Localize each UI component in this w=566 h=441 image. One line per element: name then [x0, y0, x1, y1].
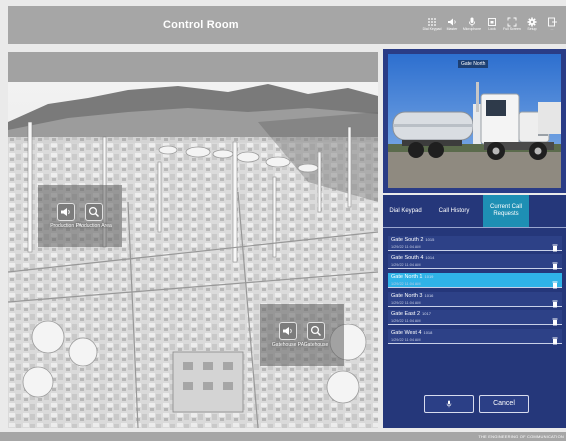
site-map[interactable]: Production PA Production Area Gatehouse … [8, 82, 378, 428]
call-id: 1014 [425, 255, 435, 260]
delete-call-button[interactable] [552, 295, 558, 308]
call-time: 1/29/22 11:04 AM [391, 337, 421, 342]
exit-label: ... [550, 27, 554, 31]
camera-feed[interactable]: Gate North [388, 54, 561, 188]
gatehouse-camera-button[interactable] [307, 322, 325, 340]
call-time: 1/29/22 11:04 AM [391, 300, 421, 305]
call-time: 1/29/22 11:04 AM [391, 281, 421, 286]
trash-icon [552, 300, 558, 308]
camera-label: Gate North [458, 60, 489, 68]
truck-camera-image [388, 54, 561, 188]
gatehouse-label: Gatehouse [303, 342, 329, 348]
map-header-bar [8, 52, 378, 82]
call-request-row[interactable]: Gate East 2 1017 1/29/22 11:04 AM [388, 310, 562, 326]
call-request-row[interactable]: Gate South 2 1015 1/29/22 11:04 AM [388, 236, 562, 252]
tab-divider [383, 227, 566, 228]
delete-call-button[interactable] [552, 276, 558, 289]
trash-icon [552, 281, 558, 289]
header-bar: Control Room Dial Keypad Master Micropho… [8, 6, 566, 44]
call-name: Gate East 2 [391, 311, 421, 317]
tab-current-call-requests[interactable]: Current Call Requests [483, 195, 529, 227]
search-icon [88, 206, 100, 218]
calls-panel: Dial Keypad Call History Current Call Re… [383, 195, 566, 428]
delete-call-button[interactable] [552, 257, 558, 270]
production-area-button[interactable] [85, 203, 103, 221]
tab-call-history-label: Call History [438, 208, 470, 214]
call-name: Gate West 4 [391, 330, 422, 336]
production-area-label: Production Area [76, 223, 112, 229]
call-time: 1/29/22 11:04 AM [391, 318, 421, 323]
production-zone: Production PA Production Area [38, 185, 122, 247]
call-name: Gate North 3 [391, 293, 423, 299]
microphone-talk-button[interactable] [424, 395, 474, 413]
call-id: 1015 [425, 237, 435, 242]
footer-bar: THE ENGINEERING OF COMMUNICATION [0, 432, 566, 441]
trash-icon [552, 262, 558, 270]
trash-icon [552, 337, 558, 345]
call-request-row[interactable]: Gate West 4 1018 1/29/22 11:04 AM [388, 329, 562, 345]
camera-panel: Gate North [383, 49, 566, 193]
call-id: 1019 [424, 274, 434, 279]
production-pa-button[interactable] [57, 203, 75, 221]
exit-button[interactable]: ... [540, 14, 564, 42]
call-id: 1017 [422, 311, 431, 316]
gatehouse-pa-button[interactable] [279, 322, 297, 340]
call-id: 1016 [424, 293, 434, 298]
call-request-row[interactable]: Gate South 4 1014 1/29/22 11:04 AM [388, 254, 562, 270]
exit-icon [540, 14, 564, 27]
call-request-row[interactable]: Gate North 3 1016 1/29/22 11:04 AM [388, 292, 562, 308]
trash-icon [552, 244, 558, 252]
call-name: Gate North 1 [391, 274, 423, 280]
tab-dial-keypad[interactable]: Dial Keypad [383, 195, 428, 227]
search-icon [310, 325, 322, 337]
gatehouse-zone: Gatehouse PA Gatehouse [260, 304, 344, 366]
trash-icon [552, 318, 558, 326]
tab-dial-keypad-label: Dial Keypad [389, 208, 422, 214]
tab-current-call-requests-label: Current Call Requests [489, 204, 522, 217]
page-title: Control Room [163, 19, 239, 31]
tab-call-history[interactable]: Call History [429, 195, 479, 227]
call-name: Gate South 2 [391, 237, 424, 243]
speaker-icon [283, 327, 292, 335]
delete-call-button[interactable] [552, 313, 558, 326]
microphone-icon [446, 400, 452, 408]
brand-tagline: THE ENGINEERING OF COMMUNICATION [478, 434, 564, 439]
call-name: Gate South 4 [391, 255, 424, 261]
call-time: 1/29/22 11:04 AM [391, 244, 421, 249]
delete-call-button[interactable] [552, 239, 558, 252]
delete-call-button[interactable] [552, 332, 558, 345]
speaker-icon [61, 208, 70, 216]
call-request-row-selected[interactable]: Gate North 1 1019 1/29/22 11:04 AM [388, 273, 562, 289]
call-id: 1018 [423, 330, 433, 335]
cancel-button[interactable]: Cancel [479, 395, 529, 413]
call-time: 1/29/22 11:04 AM [391, 262, 421, 267]
control-room-app: Control Room Dial Keypad Master Micropho… [0, 0, 566, 441]
refinery-aerial-image [8, 82, 378, 428]
